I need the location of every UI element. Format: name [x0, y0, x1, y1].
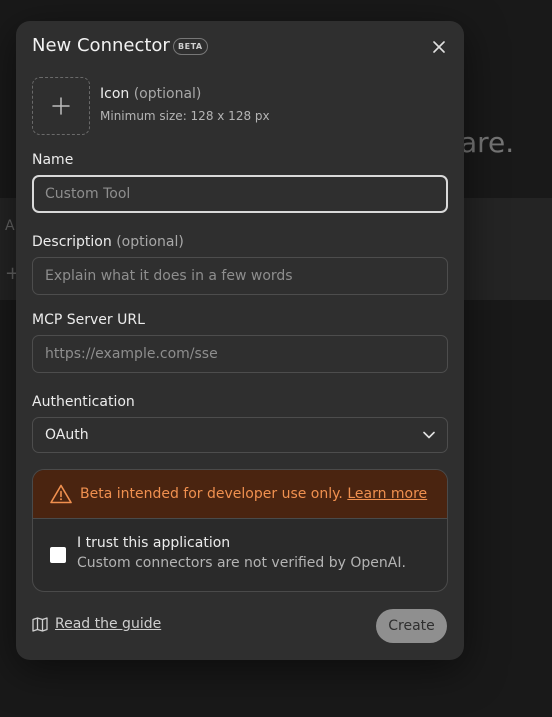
trust-row: I trust this application Custom connecto…	[33, 519, 447, 591]
new-connector-dialog: New Connector BETA Icon (optional) Minim…	[16, 21, 464, 660]
authentication-value: OAuth	[45, 427, 89, 443]
icon-label-text: Icon	[100, 86, 130, 102]
dialog-title: New Connector	[32, 35, 170, 56]
name-label: Name	[32, 152, 74, 168]
description-label: Description (optional)	[32, 234, 184, 250]
icon-optional-text: (optional)	[133, 86, 202, 102]
warning-icon	[50, 484, 72, 504]
plus-icon	[52, 97, 70, 115]
icon-upload-button[interactable]	[32, 77, 90, 135]
authentication-label: Authentication	[32, 394, 135, 410]
create-button[interactable]: Create	[376, 609, 447, 643]
book-icon	[32, 616, 48, 632]
read-guide-label: Read the guide	[55, 616, 162, 632]
trust-title: I trust this application	[77, 535, 231, 551]
close-icon	[433, 41, 445, 53]
learn-more-link[interactable]: Learn more	[347, 486, 427, 502]
close-button[interactable]	[430, 38, 448, 56]
trust-subtitle: Custom connectors are not verified by Op…	[77, 555, 406, 571]
beta-warning-message: Beta intended for developer use only.	[80, 486, 343, 502]
description-label-text: Description	[32, 234, 112, 250]
mcp-url-input[interactable]	[32, 335, 448, 373]
description-optional-text: (optional)	[116, 234, 184, 250]
beta-badge: BETA	[173, 38, 208, 55]
icon-size-hint: Minimum size: 128 x 128 px	[100, 109, 270, 123]
trust-checkbox[interactable]	[50, 547, 66, 563]
authentication-select[interactable]: OAuth	[32, 417, 448, 453]
beta-warning-text: Beta intended for developer use only. Le…	[80, 486, 427, 502]
read-guide-link[interactable]: Read the guide	[32, 616, 161, 632]
description-input[interactable]	[32, 257, 448, 295]
beta-warning-box: Beta intended for developer use only. Le…	[32, 469, 448, 592]
name-input[interactable]	[32, 175, 448, 213]
icon-label: Icon (optional)	[100, 86, 201, 102]
beta-warning-banner: Beta intended for developer use only. Le…	[33, 470, 447, 519]
chevron-down-icon	[423, 431, 435, 439]
mcp-url-label: MCP Server URL	[32, 312, 145, 328]
